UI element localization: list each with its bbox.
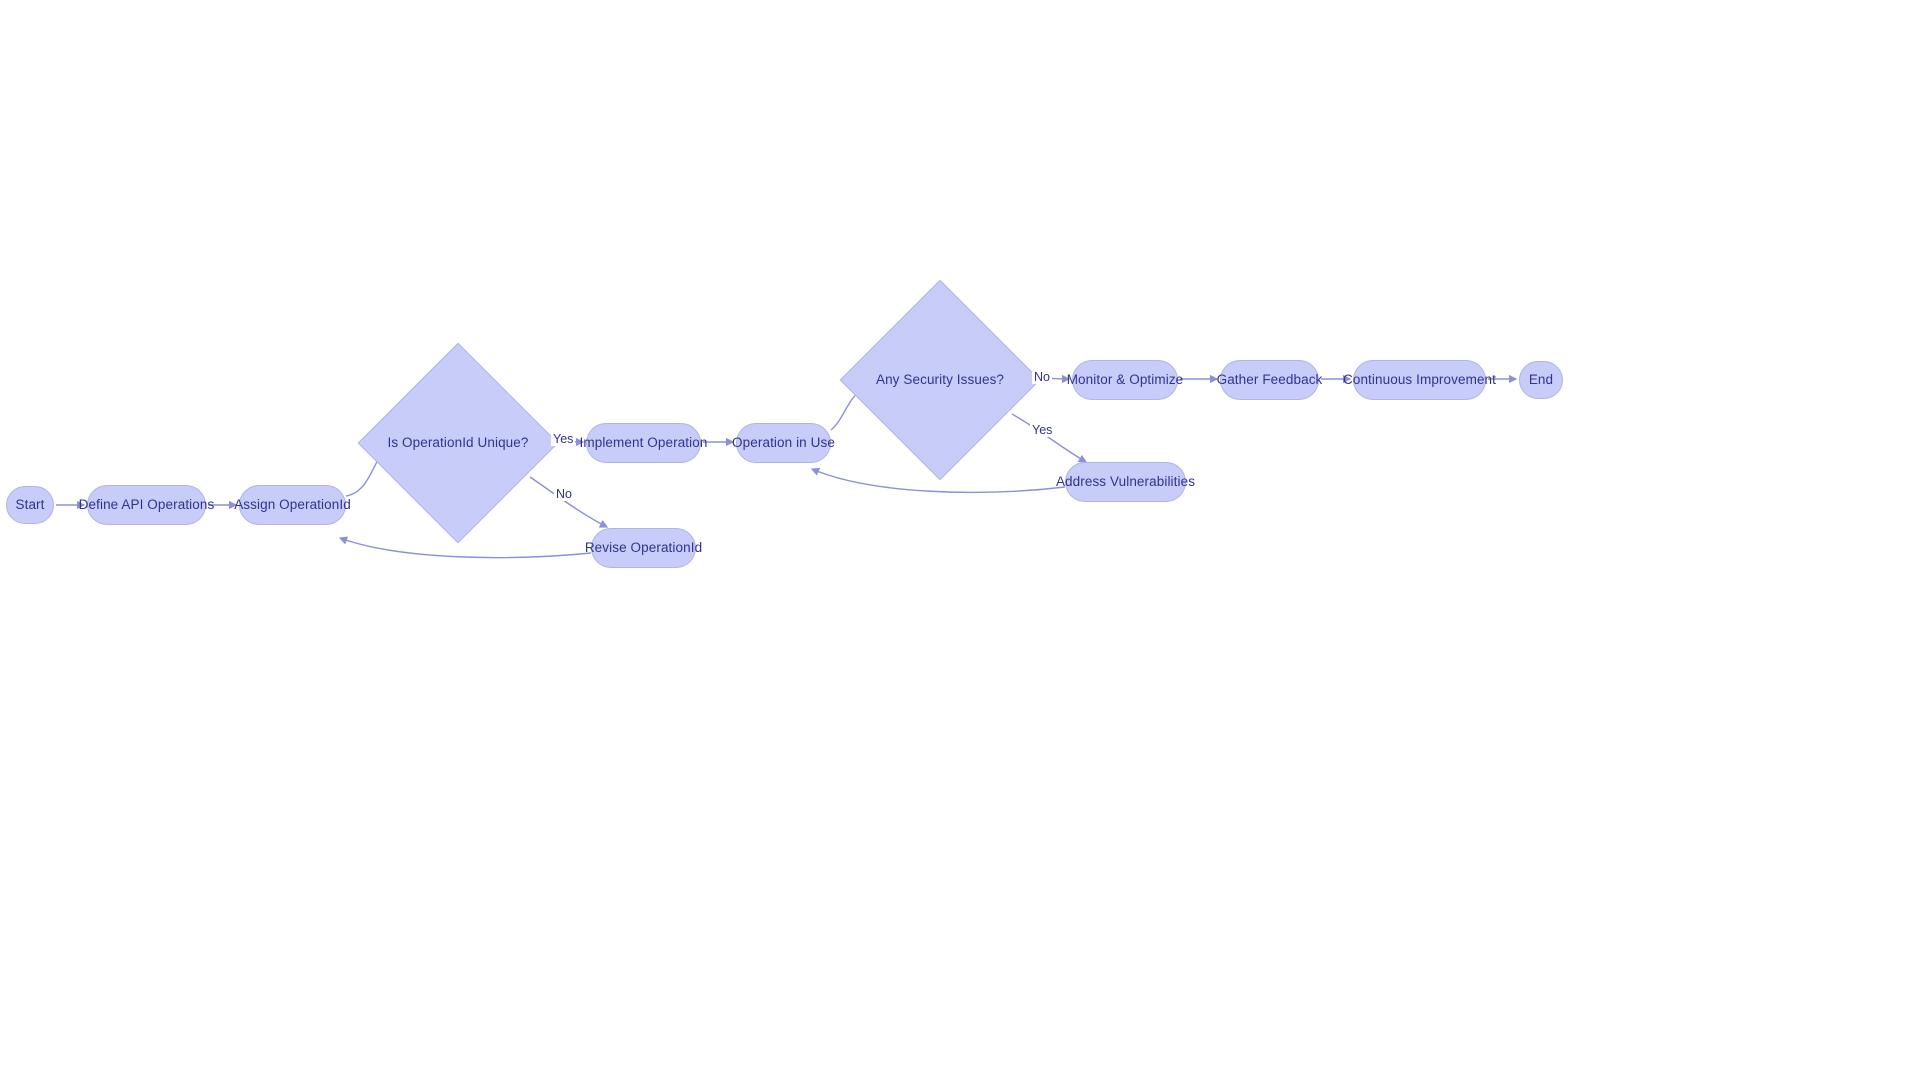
- node-define_api_ops[interactable]: Define API Operations: [79, 485, 214, 525]
- node-monitor_optimize[interactable]: Monitor & Optimize: [1067, 360, 1183, 400]
- node-label-assign_opid: Assign OperationId: [234, 496, 351, 512]
- node-label-is_opid_unique: Is OperationId Unique?: [387, 434, 529, 450]
- edge-label-yes-0: Yes: [551, 432, 576, 446]
- edge-label-yes-3: Yes: [1030, 423, 1055, 437]
- flowchart-canvas: Start Define API Operations Assign Operati…: [0, 0, 1920, 1080]
- node-gather_feedback[interactable]: Gather Feedback: [1217, 360, 1322, 400]
- edge-label-no-1: No: [554, 487, 574, 501]
- node-operation_in_use[interactable]: Operation in Use: [732, 423, 835, 463]
- node-label-any_security: Any Security Issues?: [875, 371, 1005, 387]
- node-label-address_vulns: Address Vulnerabilities: [1055, 473, 1196, 489]
- node-is_opid_unique[interactable]: Is OperationId Unique?: [357, 342, 559, 544]
- edge-layer: [56, 373, 1518, 559]
- node-end[interactable]: End: [1519, 361, 1563, 399]
- node-assign_opid[interactable]: Assign OperationId: [234, 485, 351, 525]
- node-label-start: Start: [15, 496, 45, 512]
- edge-is_opid_unique-to-revise_opid: [529, 476, 609, 528]
- node-address_vulns[interactable]: Address Vulnerabilities: [1056, 462, 1195, 502]
- edge-revise_opid-to-assign_opid: [338, 536, 592, 559]
- node-start[interactable]: Start: [6, 486, 54, 524]
- node-any_security[interactable]: Any Security Issues?: [839, 279, 1041, 481]
- node-label-gather_feedback: Gather Feedback: [1216, 371, 1323, 387]
- node-label-implement_op: Implement Operation: [579, 434, 708, 450]
- node-label-cont_improvement: Continuous Improvement: [1342, 371, 1497, 387]
- node-implement_op[interactable]: Implement Operation: [580, 423, 707, 463]
- node-cont_improvement[interactable]: Continuous Improvement: [1343, 360, 1496, 400]
- node-label-monitor_optimize: Monitor & Optimize: [1066, 371, 1184, 387]
- node-label-end: End: [1528, 371, 1554, 387]
- edge-paths: [56, 373, 1518, 559]
- node-revise_opid[interactable]: Revise OperationId: [585, 528, 702, 568]
- node-label-define_api_ops: Define API Operations: [78, 496, 215, 512]
- node-label-operation_in_use: Operation in Use: [732, 434, 835, 450]
- edge-label-no-2: No: [1032, 370, 1052, 384]
- edge-any_security-to-address_vulns: [1011, 413, 1088, 463]
- node-label-revise_opid: Revise OperationId: [584, 539, 703, 555]
